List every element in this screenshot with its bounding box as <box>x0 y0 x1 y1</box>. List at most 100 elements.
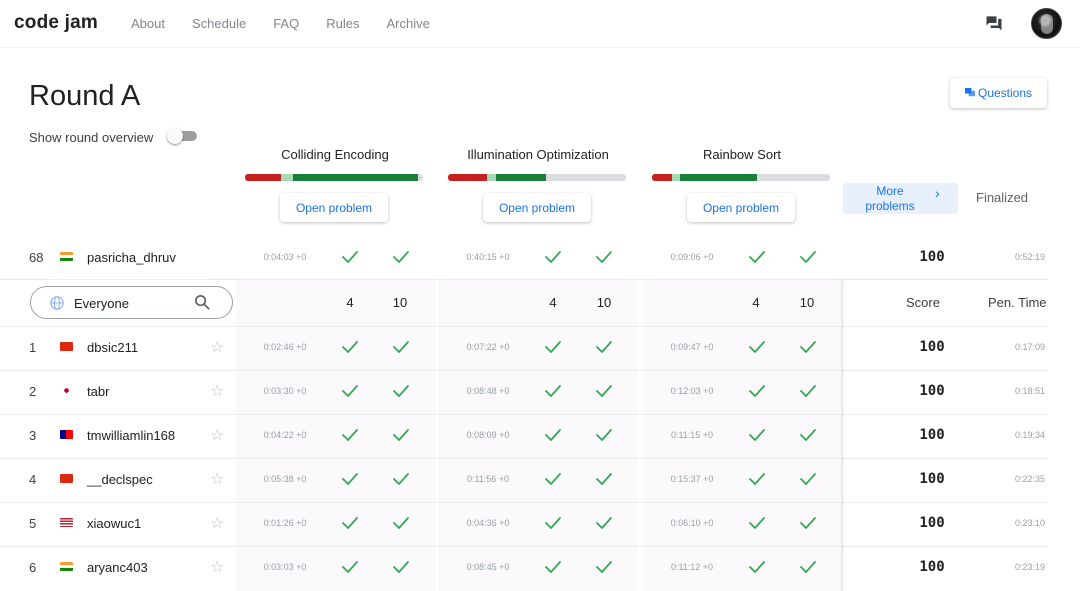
check-icon <box>545 340 561 354</box>
table-row[interactable]: 5 xiaowuc1 ☆ 0:01:26 +0 0:04:36 +0 0:06:10 +0… <box>0 502 1080 546</box>
check-icon <box>342 250 358 264</box>
solve-time: 0:15:37 +0 <box>670 474 714 484</box>
solve-time: 0:04:22 +0 <box>263 430 307 440</box>
username-link[interactable]: pasricha_dhruv <box>87 250 176 265</box>
rank: 3 <box>29 428 37 443</box>
nav-schedule[interactable]: Schedule <box>192 16 246 31</box>
country-flag-icon <box>60 474 73 483</box>
solved-count-small: 4 <box>549 295 557 310</box>
username-link[interactable]: tmwilliamlin168 <box>87 428 175 443</box>
chat-icon[interactable] <box>984 13 1004 33</box>
problem-progress-bar <box>652 174 830 181</box>
star-icon[interactable]: ☆ <box>210 513 224 533</box>
table-row[interactable]: 2 tabr ☆ 0:03:30 +0 0:08:48 +0 0:12:03 +0 100 0… <box>0 370 1080 414</box>
check-icon <box>749 250 765 264</box>
check-icon <box>342 428 358 442</box>
more-problems-button[interactable]: More problems › <box>843 183 958 214</box>
check-icon <box>545 472 561 486</box>
solve-time: 0:08:45 +0 <box>466 562 510 572</box>
username-link[interactable]: __declspec <box>87 472 153 487</box>
country-flag-icon <box>60 518 73 527</box>
check-icon <box>800 384 816 398</box>
problem-name: Illumination Optimization <box>467 147 609 162</box>
check-icon <box>749 516 765 530</box>
nav-archive[interactable]: Archive <box>386 16 429 31</box>
penalty-time-header[interactable]: Pen. Time <box>988 295 1047 310</box>
star-icon[interactable]: ☆ <box>210 337 224 357</box>
questions-button[interactable]: Questions <box>950 78 1047 108</box>
scoreboard-header: Everyone 4 10 4 10 4 10 Score Pen. Time <box>0 280 1080 326</box>
username-link[interactable]: xiaowuc1 <box>87 516 141 531</box>
solve-time: 0:11:12 +0 <box>670 562 714 572</box>
score: 100 <box>919 249 945 265</box>
star-icon[interactable]: ☆ <box>210 425 224 445</box>
globe-icon <box>50 296 64 310</box>
round-overview-label: Show round overview <box>29 130 154 145</box>
more-problems-label: More problems <box>865 184 915 213</box>
check-icon <box>393 340 409 354</box>
check-icon <box>596 472 612 486</box>
check-icon <box>596 250 612 264</box>
problem-header: Colliding Encoding Open problem <box>245 147 425 222</box>
nav-about[interactable]: About <box>131 16 165 31</box>
open-problem-button[interactable]: Open problem <box>280 193 388 222</box>
solve-time: 0:03:30 +0 <box>263 386 307 396</box>
table-row[interactable]: 6 aryanc403 ☆ 0:03:03 +0 0:08:45 +0 0:11:12 +… <box>0 546 1080 590</box>
check-icon <box>393 384 409 398</box>
solve-time: 0:11:56 +0 <box>466 474 510 484</box>
solve-time: 0:08:48 +0 <box>466 386 510 396</box>
check-icon <box>342 384 358 398</box>
star-icon[interactable]: ☆ <box>210 469 224 489</box>
check-icon <box>749 428 765 442</box>
penalty-time: 0:17:09 <box>1014 342 1046 352</box>
username-link[interactable]: aryanc403 <box>87 560 148 575</box>
search-icon[interactable] <box>194 294 211 311</box>
avatar[interactable] <box>1031 8 1062 39</box>
nav-faq[interactable]: FAQ <box>273 16 299 31</box>
penalty-time: 0:22:35 <box>1014 474 1046 484</box>
star-icon[interactable]: ☆ <box>210 557 224 577</box>
problem-progress-bar <box>448 174 626 181</box>
score: 100 <box>919 471 945 487</box>
check-icon <box>596 428 612 442</box>
username-link[interactable]: dbsic211 <box>87 340 138 355</box>
solve-time: 0:12:03 +0 <box>670 386 714 396</box>
scoreboard-filter-input[interactable]: Everyone <box>30 286 233 319</box>
rank: 68 <box>29 250 44 265</box>
solve-time: 0:03:03 +0 <box>263 562 307 572</box>
questions-icon <box>964 87 976 96</box>
table-row[interactable]: 1 dbsic211 ☆ 0:02:46 +0 0:07:22 +0 0:09:47 +0… <box>0 326 1080 370</box>
check-icon <box>749 472 765 486</box>
table-row[interactable]: 3 tmwilliamlin168 ☆ 0:04:22 +0 0:08:09 +0 0:1… <box>0 414 1080 458</box>
check-icon <box>749 560 765 574</box>
solve-time: 0:04:03 +0 <box>263 252 307 262</box>
open-problem-button[interactable]: Open problem <box>483 193 591 222</box>
score: 100 <box>919 383 945 399</box>
penalty-time: 0:23:10 <box>1014 518 1046 528</box>
check-icon <box>342 516 358 530</box>
username-link[interactable]: tabr <box>87 384 109 399</box>
check-icon <box>393 560 409 574</box>
problem-header: Illumination Optimization Open problem <box>448 147 628 222</box>
solved-count-large: 10 <box>596 295 612 310</box>
nav-rules[interactable]: Rules <box>326 16 359 31</box>
brand-logo[interactable]: code jam <box>14 12 98 34</box>
check-icon <box>596 340 612 354</box>
solve-time: 0:11:15 +0 <box>670 430 714 440</box>
page-title: Round A <box>29 80 141 112</box>
current-user-row[interactable]: 68 pasricha_dhruv 0:04:03 +0 0:40:15 +0 0:09… <box>0 236 1080 280</box>
check-icon <box>596 560 612 574</box>
score-header[interactable]: Score <box>906 295 940 310</box>
solve-time: 0:08:09 +0 <box>466 430 510 440</box>
penalty-time: 0:23:19 <box>1014 562 1046 572</box>
check-icon <box>800 250 816 264</box>
check-icon <box>545 250 561 264</box>
table-row[interactable]: 4 __declspec ☆ 0:05:38 +0 0:11:56 +0 0:15:37 … <box>0 458 1080 502</box>
star-icon[interactable]: ☆ <box>210 381 224 401</box>
round-overview-toggle[interactable] <box>167 128 199 144</box>
check-icon <box>342 472 358 486</box>
solved-count-small: 4 <box>752 295 760 310</box>
check-icon <box>800 340 816 354</box>
open-problem-button[interactable]: Open problem <box>687 193 795 222</box>
solve-time: 0:40:15 +0 <box>466 252 510 262</box>
